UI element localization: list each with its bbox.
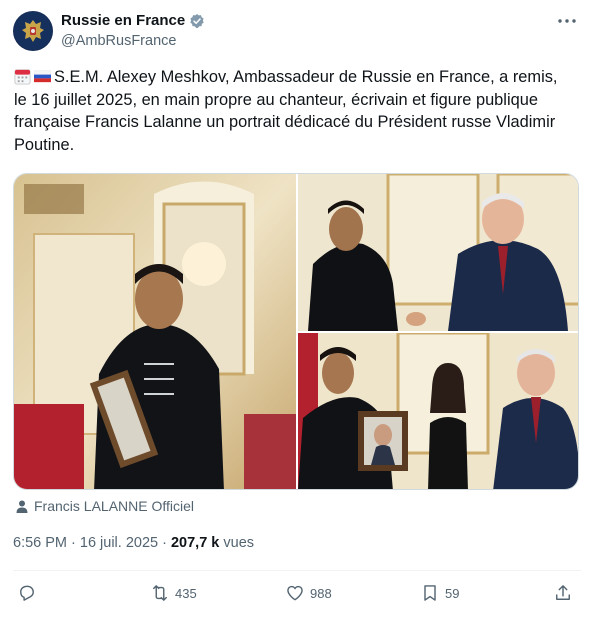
views-label: vues [223, 535, 255, 551]
handle[interactable]: @AmbRusFrance [61, 33, 176, 49]
avatar[interactable] [13, 11, 53, 51]
like-count: 988 [310, 585, 332, 601]
tweet-header: Russie en France @AmbRusFrance [13, 10, 581, 54]
russian-flag-icon [34, 70, 51, 83]
more-options-icon[interactable] [557, 14, 577, 28]
display-name[interactable]: Russie en France [61, 12, 185, 29]
calendar-icon [14, 69, 31, 85]
verified-badge-icon [190, 13, 204, 28]
timestamp[interactable]: 6:56 PM · 16 juil. 2025 [13, 535, 158, 551]
tweet-body: S.E.M. Alexey Meshkov, Ambassadeur de Ru… [14, 68, 558, 154]
divider [13, 570, 581, 571]
media-grid [13, 173, 579, 490]
views-count: 207,7 k [170, 535, 220, 551]
reply-button[interactable] [17, 583, 42, 603]
share-button[interactable] [553, 583, 578, 603]
bookmark-button[interactable]: 59 [420, 583, 459, 603]
reply-icon [20, 585, 34, 601]
photo-1[interactable] [14, 174, 296, 489]
photo-2[interactable] [298, 174, 578, 331]
photo-3[interactable] [298, 333, 578, 489]
attribution-text: Francis LALANNE Officiel [34, 498, 195, 514]
action-bar: 435 988 59 [13, 583, 581, 607]
share-icon [556, 585, 570, 600]
retweet-icon [153, 585, 167, 601]
meta-separator: · [158, 535, 171, 551]
like-button[interactable]: 988 [285, 583, 332, 603]
media-attribution[interactable]: Francis LALANNE Officiel [16, 498, 194, 514]
person-icon [16, 500, 28, 513]
bookmark-count: 59 [445, 585, 460, 601]
retweet-count: 435 [175, 585, 197, 601]
tweet-text: S.E.M. Alexey Meshkov, Ambassadeur de Ru… [14, 66, 574, 156]
coat-of-arms-icon [14, 12, 52, 50]
tweet-meta: 6:56 PM · 16 juil. 2025 · 207,7 k vues [13, 535, 254, 551]
heart-icon [287, 585, 303, 601]
bookmark-icon [424, 585, 436, 601]
retweet-button[interactable]: 435 [150, 583, 197, 603]
